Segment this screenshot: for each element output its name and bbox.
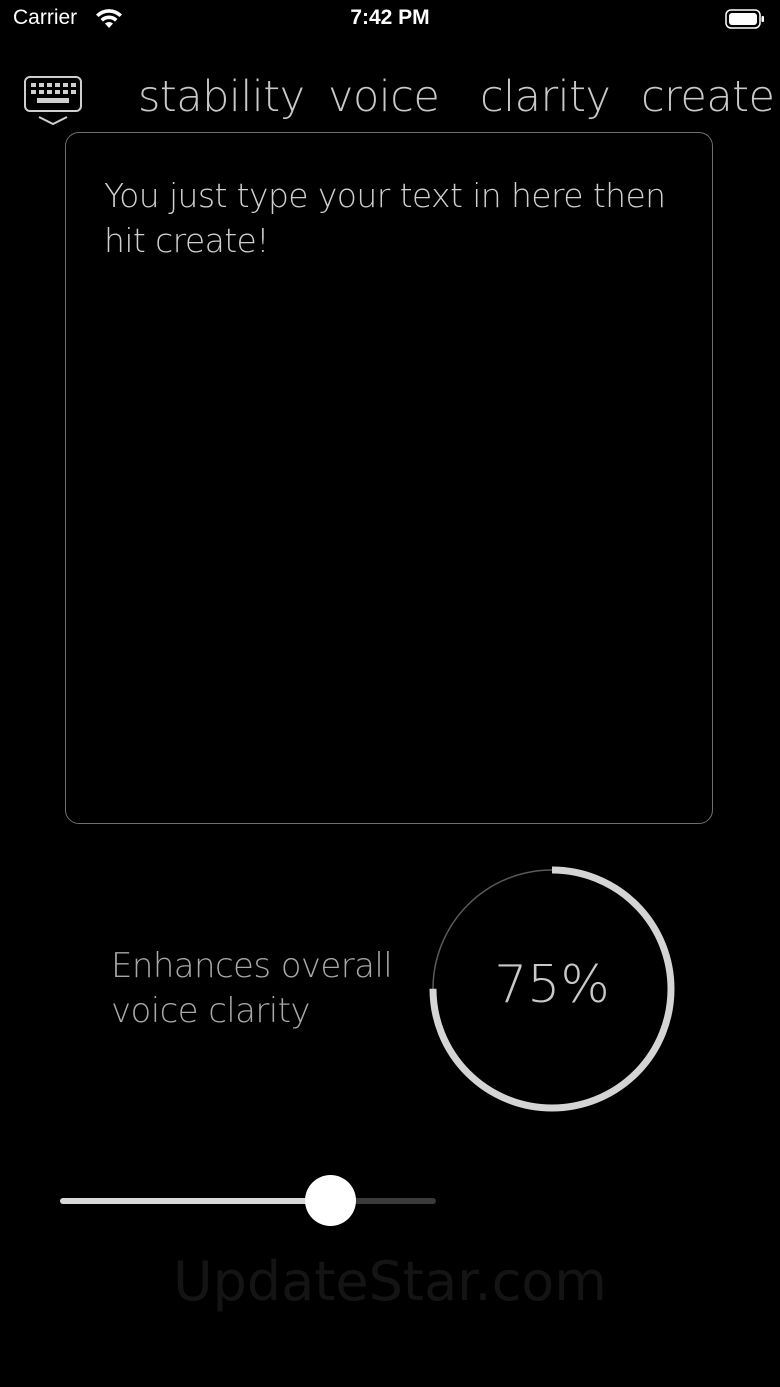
tab-clarity[interactable]: clarity bbox=[480, 72, 611, 122]
clarity-slider[interactable] bbox=[60, 1172, 438, 1232]
slider-thumb[interactable] bbox=[305, 1175, 357, 1226]
watermark: UpdateStar.com bbox=[173, 1250, 607, 1313]
status-bar: Carrier 7:42 PM bbox=[0, 0, 780, 40]
slider-fill bbox=[60, 1198, 331, 1204]
clarity-percent-label: 75% bbox=[494, 955, 610, 1015]
clarity-description: Enhances overall voice clarity bbox=[111, 946, 393, 1031]
clock: 7:42 PM bbox=[350, 6, 430, 29]
text-input-value: You just type your text in here then hit… bbox=[104, 176, 666, 260]
tab-stability[interactable]: stability bbox=[138, 72, 305, 122]
keyboard-dismiss-icon[interactable] bbox=[22, 74, 84, 128]
tab-voice[interactable]: voice bbox=[328, 72, 440, 122]
text-input-area[interactable]: You just type your text in here then hit… bbox=[65, 132, 713, 824]
create-button[interactable]: create bbox=[641, 72, 775, 122]
battery-icon bbox=[725, 9, 764, 29]
